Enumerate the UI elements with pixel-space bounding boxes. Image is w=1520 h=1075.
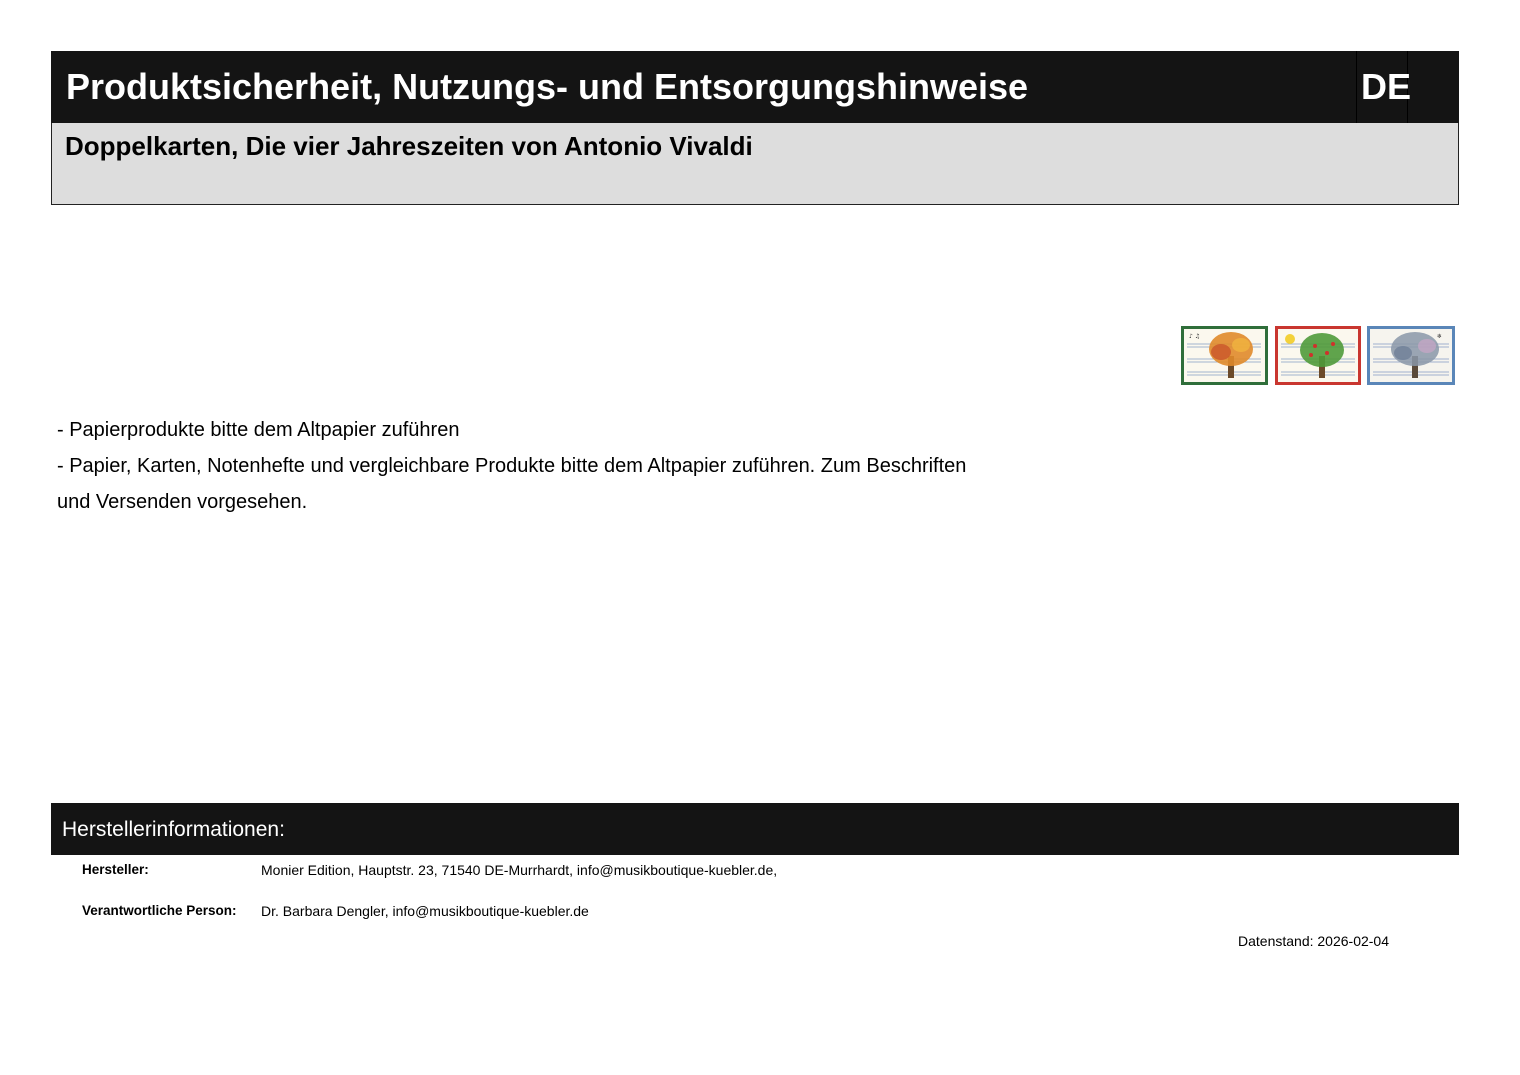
data-date: Datenstand: 2026-02-04 <box>1238 933 1389 949</box>
product-title: Doppelkarten, Die vier Jahreszeiten von … <box>65 131 753 161</box>
svg-text:❄: ❄ <box>1437 333 1442 340</box>
card-image-summer <box>1275 326 1361 385</box>
note-line-1: - Papierprodukte bitte dem Altpapier zuf… <box>57 419 460 441</box>
card-image-winter: ❄ <box>1367 326 1455 385</box>
page-title: Produktsicherheit, Nutzungs- und Entsorg… <box>66 66 1029 107</box>
manufacturer-section-title: Herstellerinformationen: <box>62 818 285 841</box>
language-badge: DE <box>1356 51 1412 123</box>
product-title-box: Doppelkarten, Die vier Jahreszeiten von … <box>51 123 1459 205</box>
note-line-3: und Versenden vorgesehen. <box>57 491 308 513</box>
language-code: DE <box>1361 66 1412 107</box>
thumbnail-autumn-card: ♪ ♫ <box>1181 326 1268 385</box>
thumbnail-winter-card: ❄ <box>1367 326 1455 385</box>
usage-notes: - Papierprodukte bitte dem Altpapier zuf… <box>57 412 966 520</box>
note-line-2: - Papier, Karten, Notenhefte und verglei… <box>57 455 967 477</box>
header-bar: Produktsicherheit, Nutzungs- und Entsorg… <box>51 51 1459 123</box>
manufacturer-value: Monier Edition, Hauptstr. 23, 71540 DE-M… <box>261 862 778 878</box>
manufacturer-label: Hersteller: <box>82 862 149 877</box>
thumbnail-summer-card <box>1275 326 1361 385</box>
responsible-person-label: Verantwortliche Person: <box>82 903 237 918</box>
thumb-tree <box>1300 333 1344 367</box>
manufacturer-header: Herstellerinformationen: <box>51 803 1459 855</box>
responsible-person-value: Dr. Barbara Dengler, info@musikboutique-… <box>261 903 589 919</box>
svg-text:♪ ♫: ♪ ♫ <box>1189 333 1200 340</box>
card-image-autumn: ♪ ♫ <box>1181 326 1268 385</box>
